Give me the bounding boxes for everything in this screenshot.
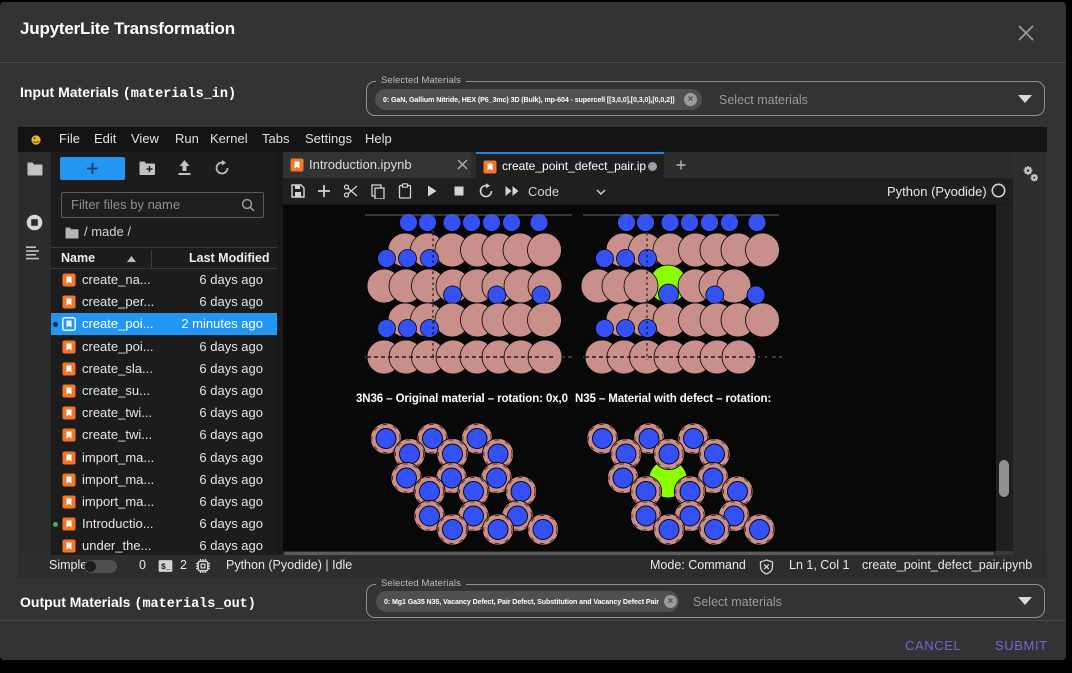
svg-text:$_: $_ [161,562,172,572]
